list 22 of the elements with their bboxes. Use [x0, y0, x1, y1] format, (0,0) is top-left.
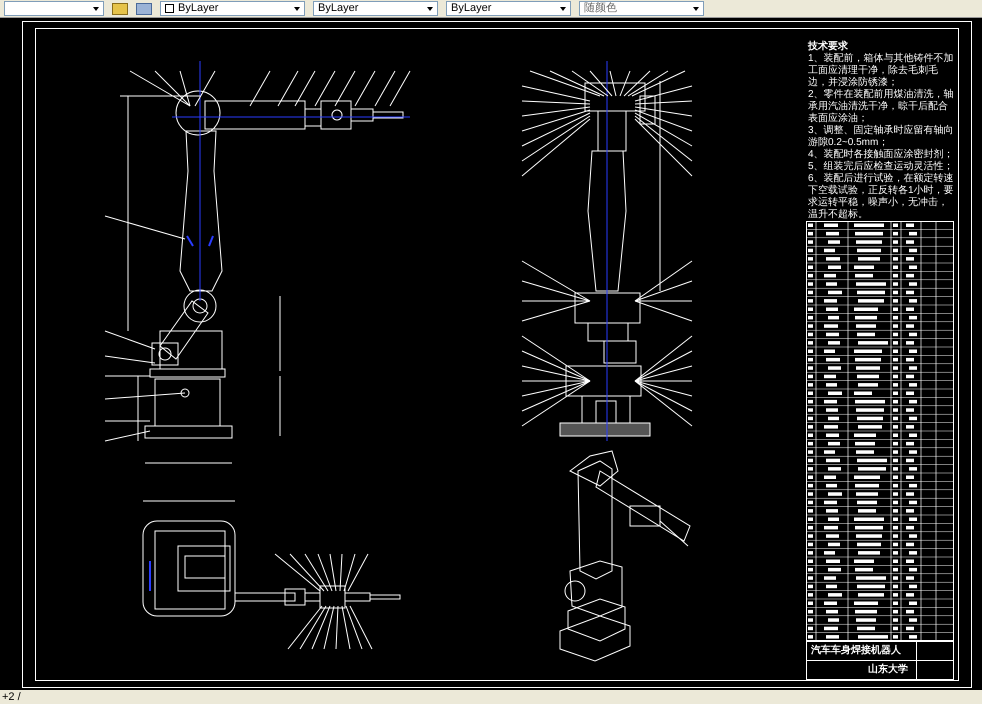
school-name: 山东大学 [807, 661, 917, 679]
note-text: 3、调整、固定轴承时应留有轴向游隙0.2~0.5mm； [808, 125, 954, 148]
note-text: 1、装配前，箱体与其他铸件不加工面应清理干净，除去毛刺毛边，并浸涂防锈漆； [808, 53, 954, 88]
note-text: 5、组装完后应检查运动灵活性； [808, 161, 954, 172]
note-text: 6、装配后进行试验，在额定转速下空载试验，正反转各1小时，要求运转平稳，噪声小，无冲击，温升不超标。 [808, 173, 954, 221]
note-text: 4、装配时各接触面应涂密封剂； [808, 149, 954, 160]
notes-title: 技术要求 [808, 41, 849, 52]
layers-icon[interactable] [136, 2, 152, 14]
color-swatch-icon [165, 4, 174, 13]
caret-icon [693, 6, 699, 10]
drawing-title: 汽车车身焊接机器人 [807, 642, 917, 661]
caret-icon [560, 6, 566, 10]
note-text: 2、零件在装配前用煤油清洗，轴承用汽油清洗干净，晾干后配合表面应涂油； [808, 89, 954, 124]
property-dropdown[interactable]: ByLayer [446, 1, 571, 16]
caret-icon [427, 6, 433, 10]
property-dropdown[interactable]: ByLayer [160, 1, 305, 16]
layer-icon[interactable] [112, 2, 128, 14]
property-dropdown[interactable]: ByLayer [313, 1, 438, 16]
property-dropdown[interactable]: 随颜色 [579, 1, 704, 16]
dropdown[interactable] [4, 1, 104, 16]
caret-icon [294, 6, 300, 10]
caret-icon [93, 6, 99, 10]
